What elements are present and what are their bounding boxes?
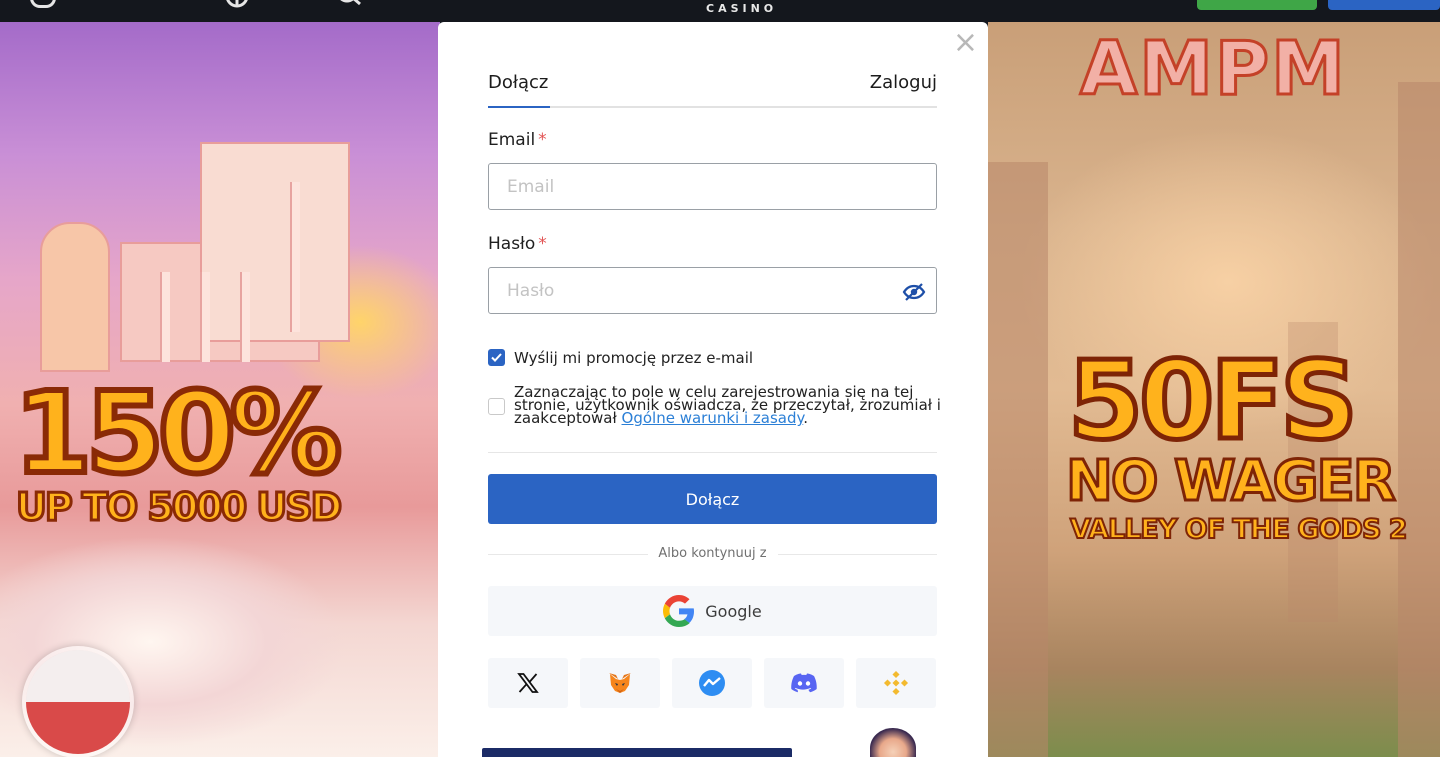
auth-tabs: Dołącz Zaloguj xyxy=(488,72,937,108)
terms-checkbox[interactable] xyxy=(488,398,505,415)
x-login-button[interactable] xyxy=(488,658,568,708)
checkmark-icon xyxy=(491,353,502,362)
right-promo-banner: AMPM 50FS NO WAGER VALLEY OF THE GODS 2 xyxy=(988,22,1440,757)
password-field[interactable] xyxy=(488,267,937,314)
promo-subline: NO WAGER xyxy=(1065,449,1398,514)
divider xyxy=(488,452,937,453)
required-mark: * xyxy=(538,130,547,150)
search-icon[interactable] xyxy=(336,0,364,8)
welcome-package-banner[interactable] xyxy=(482,748,792,757)
email-field[interactable] xyxy=(488,163,937,210)
eye-slash-icon[interactable] xyxy=(902,280,926,304)
register-button[interactable] xyxy=(1197,0,1317,10)
messenger-login-button[interactable] xyxy=(672,658,752,708)
top-navigation-bar: CASINO xyxy=(0,0,1440,22)
terms-text: Zaznaczając to pole w celu zarejestrowan… xyxy=(514,383,941,427)
active-tab-indicator xyxy=(488,106,550,108)
join-submit-button[interactable]: Dołącz xyxy=(488,474,937,524)
messenger-icon xyxy=(699,670,725,696)
tab-join[interactable]: Dołącz xyxy=(488,72,548,93)
metamask-login-button[interactable] xyxy=(580,658,660,708)
promo-email-label: Wyślij mi promocję przez e-mail xyxy=(514,349,754,367)
login-button[interactable] xyxy=(1328,0,1440,10)
left-promo-banner: 150% UP TO 5000 USD xyxy=(0,22,440,757)
poland-flag-icon[interactable] xyxy=(22,646,134,757)
temple-illustration xyxy=(200,142,350,342)
brand-logo-text[interactable]: CASINO xyxy=(706,2,777,15)
google-login-button[interactable]: Google xyxy=(488,586,937,636)
globe-icon[interactable] xyxy=(224,0,250,8)
discord-icon xyxy=(791,673,817,693)
discord-login-button[interactable] xyxy=(764,658,844,708)
game-title: VALLEY OF THE GODS 2 xyxy=(1069,514,1409,545)
binance-login-button[interactable] xyxy=(856,658,936,708)
x-icon xyxy=(517,673,539,693)
promo-headline: 50FS xyxy=(1066,339,1361,464)
character-avatar xyxy=(870,728,916,757)
metamask-icon xyxy=(609,673,631,693)
close-icon[interactable]: × xyxy=(953,28,978,58)
promo-headline: 150% xyxy=(11,369,345,499)
provider-logo: AMPM xyxy=(1079,26,1347,112)
google-icon xyxy=(663,595,695,627)
promo-email-checkbox[interactable] xyxy=(488,349,505,366)
email-label: Email * xyxy=(488,130,547,150)
signup-modal: × Dołącz Zaloguj Email* Hasło* Wyślij mi… xyxy=(438,22,988,757)
or-continue-text: Albo kontynuuj z xyxy=(658,546,767,561)
terms-link[interactable]: Ogólne warunki i zasady xyxy=(622,409,804,427)
binance-icon xyxy=(883,670,909,696)
tab-login[interactable]: Zaloguj xyxy=(870,72,937,93)
google-label: Google xyxy=(705,601,762,621)
instagram-icon[interactable] xyxy=(30,0,56,8)
tower-illustration xyxy=(40,222,110,372)
password-label: Hasło * xyxy=(488,234,547,254)
promo-subline: UP TO 5000 USD xyxy=(14,485,343,529)
required-mark: * xyxy=(538,234,547,254)
